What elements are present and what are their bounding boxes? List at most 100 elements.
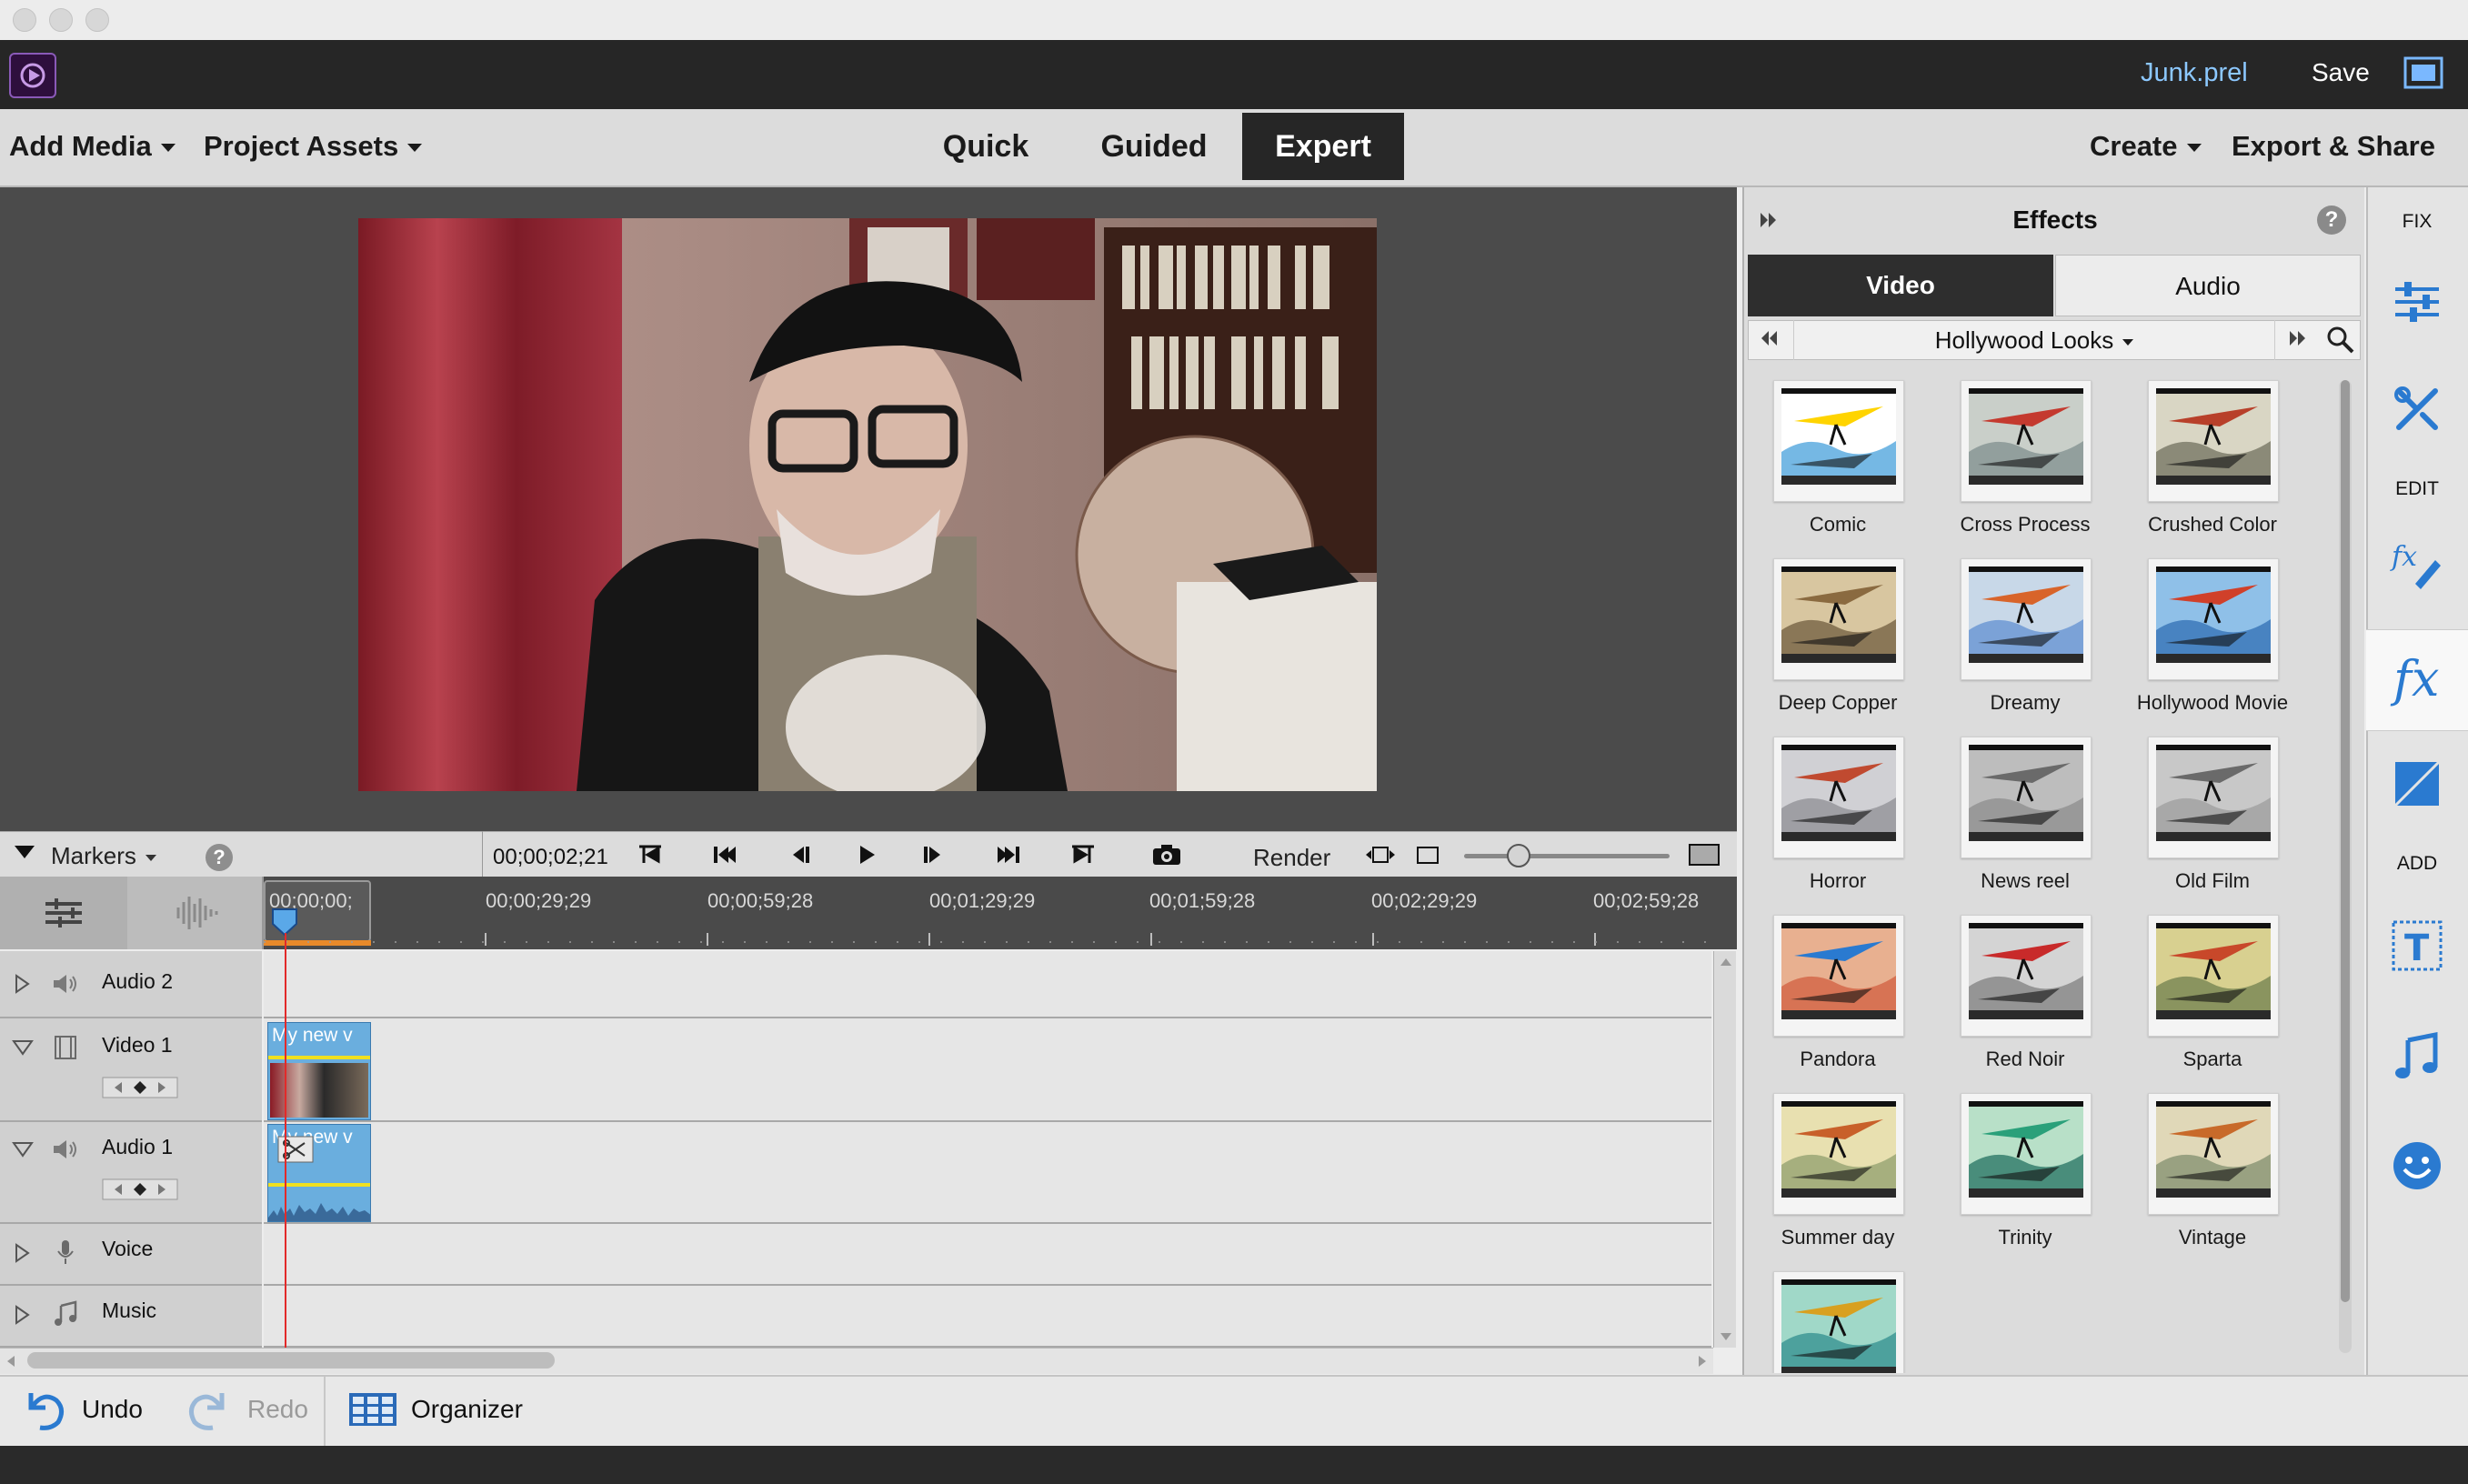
- export-share-menu[interactable]: Export & Share: [2232, 130, 2435, 163]
- track-lane-music[interactable]: [264, 1286, 1711, 1348]
- effect-thumbnail[interactable]: [2148, 737, 2279, 858]
- speaker-icon[interactable]: [51, 971, 80, 997]
- track-lane-video-1[interactable]: [264, 1018, 1711, 1122]
- double-chevron-left-icon[interactable]: [1759, 329, 1779, 347]
- tab-guided[interactable]: Guided: [1086, 113, 1222, 180]
- effect-thumbnail[interactable]: [2148, 1093, 2279, 1215]
- tab-video[interactable]: Video: [1748, 255, 2053, 316]
- category-dropdown[interactable]: Hollywood Looks: [1793, 320, 2275, 360]
- double-chevron-right-icon[interactable]: [2288, 329, 2308, 347]
- speaker-icon[interactable]: [51, 1137, 80, 1162]
- markers-menu[interactable]: Markers: [51, 842, 156, 870]
- effect-thumbnail[interactable]: [1773, 737, 1904, 858]
- scroll-left-icon[interactable]: [7, 1356, 15, 1367]
- timeline-horizontal-scrollbar[interactable]: [0, 1348, 1713, 1374]
- zoom-out-icon[interactable]: [1415, 843, 1442, 867]
- track-lane-audio-2[interactable]: [264, 951, 1711, 1018]
- goto-out-point-icon[interactable]: [1069, 843, 1097, 867]
- help-icon[interactable]: ?: [2317, 206, 2346, 235]
- collapse-arrow-icon[interactable]: [11, 1038, 35, 1057]
- window-close-button[interactable]: [13, 8, 36, 32]
- track-lane-voice[interactable]: [264, 1224, 1711, 1286]
- scrollbar-thumb[interactable]: [2341, 380, 2350, 1302]
- play-icon[interactable]: [853, 843, 880, 867]
- add-media-menu[interactable]: Add Media: [9, 130, 176, 163]
- track-view-button[interactable]: [0, 877, 127, 949]
- timeline-zoom-slider-thumb[interactable]: [1507, 844, 1530, 867]
- zoom-in-icon[interactable]: [1688, 843, 1721, 867]
- goto-end-icon[interactable]: [995, 843, 1022, 867]
- effect-thumbnail[interactable]: [1773, 1093, 1904, 1215]
- effect-thumbnail[interactable]: [1773, 915, 1904, 1037]
- timeline-vertical-scrollbar[interactable]: [1713, 951, 1736, 1348]
- markers-collapse-icon[interactable]: [15, 846, 35, 858]
- undo-button[interactable]: Undo: [82, 1395, 143, 1424]
- save-button[interactable]: Save: [2312, 58, 2370, 87]
- timeline-zoom-slider[interactable]: [1464, 854, 1670, 858]
- keyframe-navigator[interactable]: [102, 1075, 178, 1100]
- tools-icon[interactable]: [2390, 382, 2444, 436]
- effects-scrollbar[interactable]: [2339, 380, 2352, 1353]
- fullscreen-icon[interactable]: [2403, 55, 2444, 91]
- effect-thumbnail[interactable]: [2148, 558, 2279, 680]
- tab-quick[interactable]: Quick: [922, 113, 1049, 180]
- current-timecode[interactable]: 00;00;02;21: [493, 845, 608, 870]
- redo-icon[interactable]: [186, 1386, 233, 1433]
- undo-icon[interactable]: [20, 1386, 67, 1433]
- goto-in-point-icon[interactable]: [637, 843, 664, 867]
- organizer-button[interactable]: Organizer: [411, 1395, 523, 1424]
- step-back-icon[interactable]: [786, 843, 813, 867]
- graphics-smiley-icon[interactable]: [2390, 1138, 2444, 1193]
- effects-tool-selected[interactable]: fx: [2366, 629, 2468, 731]
- microphone-icon[interactable]: [55, 1238, 76, 1266]
- create-menu[interactable]: Create: [2090, 130, 2202, 163]
- double-chevron-right-icon[interactable]: [1759, 211, 1779, 229]
- organizer-grid-icon[interactable]: [347, 1391, 398, 1428]
- effect-thumbnail[interactable]: [1961, 558, 2092, 680]
- camera-snapshot-icon[interactable]: [1151, 843, 1182, 867]
- project-assets-menu[interactable]: Project Assets: [204, 130, 423, 163]
- step-forward-icon[interactable]: [920, 843, 948, 867]
- music-note-icon[interactable]: [53, 1300, 78, 1328]
- effect-thumbnail[interactable]: [1773, 558, 1904, 680]
- audio-view-button[interactable]: [129, 877, 262, 949]
- adjustments-icon[interactable]: [2390, 275, 2444, 329]
- audio-clip[interactable]: My new v: [267, 1124, 371, 1222]
- video-clip[interactable]: My new v: [267, 1022, 371, 1120]
- render-button[interactable]: Render: [1253, 844, 1330, 872]
- scrollbar-thumb[interactable]: [27, 1352, 555, 1369]
- search-icon[interactable]: [2324, 324, 2355, 355]
- expand-arrow-icon[interactable]: [13, 1304, 31, 1326]
- collapse-arrow-icon[interactable]: [11, 1140, 35, 1158]
- expand-arrow-icon[interactable]: [13, 1242, 31, 1264]
- current-time-indicator[interactable]: [285, 933, 286, 1348]
- video-preview[interactable]: [358, 218, 1377, 791]
- window-zoom-button[interactable]: [85, 8, 109, 32]
- effect-thumbnail[interactable]: [1773, 1271, 1904, 1373]
- transitions-icon[interactable]: [2390, 757, 2444, 811]
- fit-timeline-icon[interactable]: [1364, 843, 1397, 867]
- scroll-right-icon[interactable]: [1699, 1356, 1706, 1367]
- tab-audio[interactable]: Audio: [2055, 255, 2361, 316]
- window-minimize-button[interactable]: [49, 8, 73, 32]
- applied-effects-icon[interactable]: fx: [2390, 536, 2444, 591]
- film-strip-icon[interactable]: [53, 1035, 78, 1060]
- effect-thumbnail[interactable]: [1961, 380, 2092, 502]
- music-icon[interactable]: [2390, 1029, 2444, 1084]
- effect-thumbnail[interactable]: [1773, 380, 1904, 502]
- effect-thumbnail[interactable]: [2148, 380, 2279, 502]
- scissors-icon[interactable]: [277, 1136, 314, 1163]
- expand-arrow-icon[interactable]: [13, 973, 31, 995]
- track-lane-audio-1[interactable]: [264, 1122, 1711, 1224]
- effect-thumbnail[interactable]: [1961, 1093, 2092, 1215]
- titles-text-icon[interactable]: T: [2390, 918, 2444, 973]
- effect-thumbnail[interactable]: [2148, 915, 2279, 1037]
- effect-thumbnail[interactable]: [1961, 915, 2092, 1037]
- goto-start-icon[interactable]: [711, 843, 738, 867]
- scroll-down-icon[interactable]: [1721, 1333, 1731, 1340]
- keyframe-navigator[interactable]: [102, 1177, 178, 1202]
- scroll-up-icon[interactable]: [1721, 958, 1731, 966]
- help-icon[interactable]: ?: [206, 844, 233, 871]
- effect-thumbnail[interactable]: [1961, 737, 2092, 858]
- tab-expert[interactable]: Expert: [1242, 113, 1404, 180]
